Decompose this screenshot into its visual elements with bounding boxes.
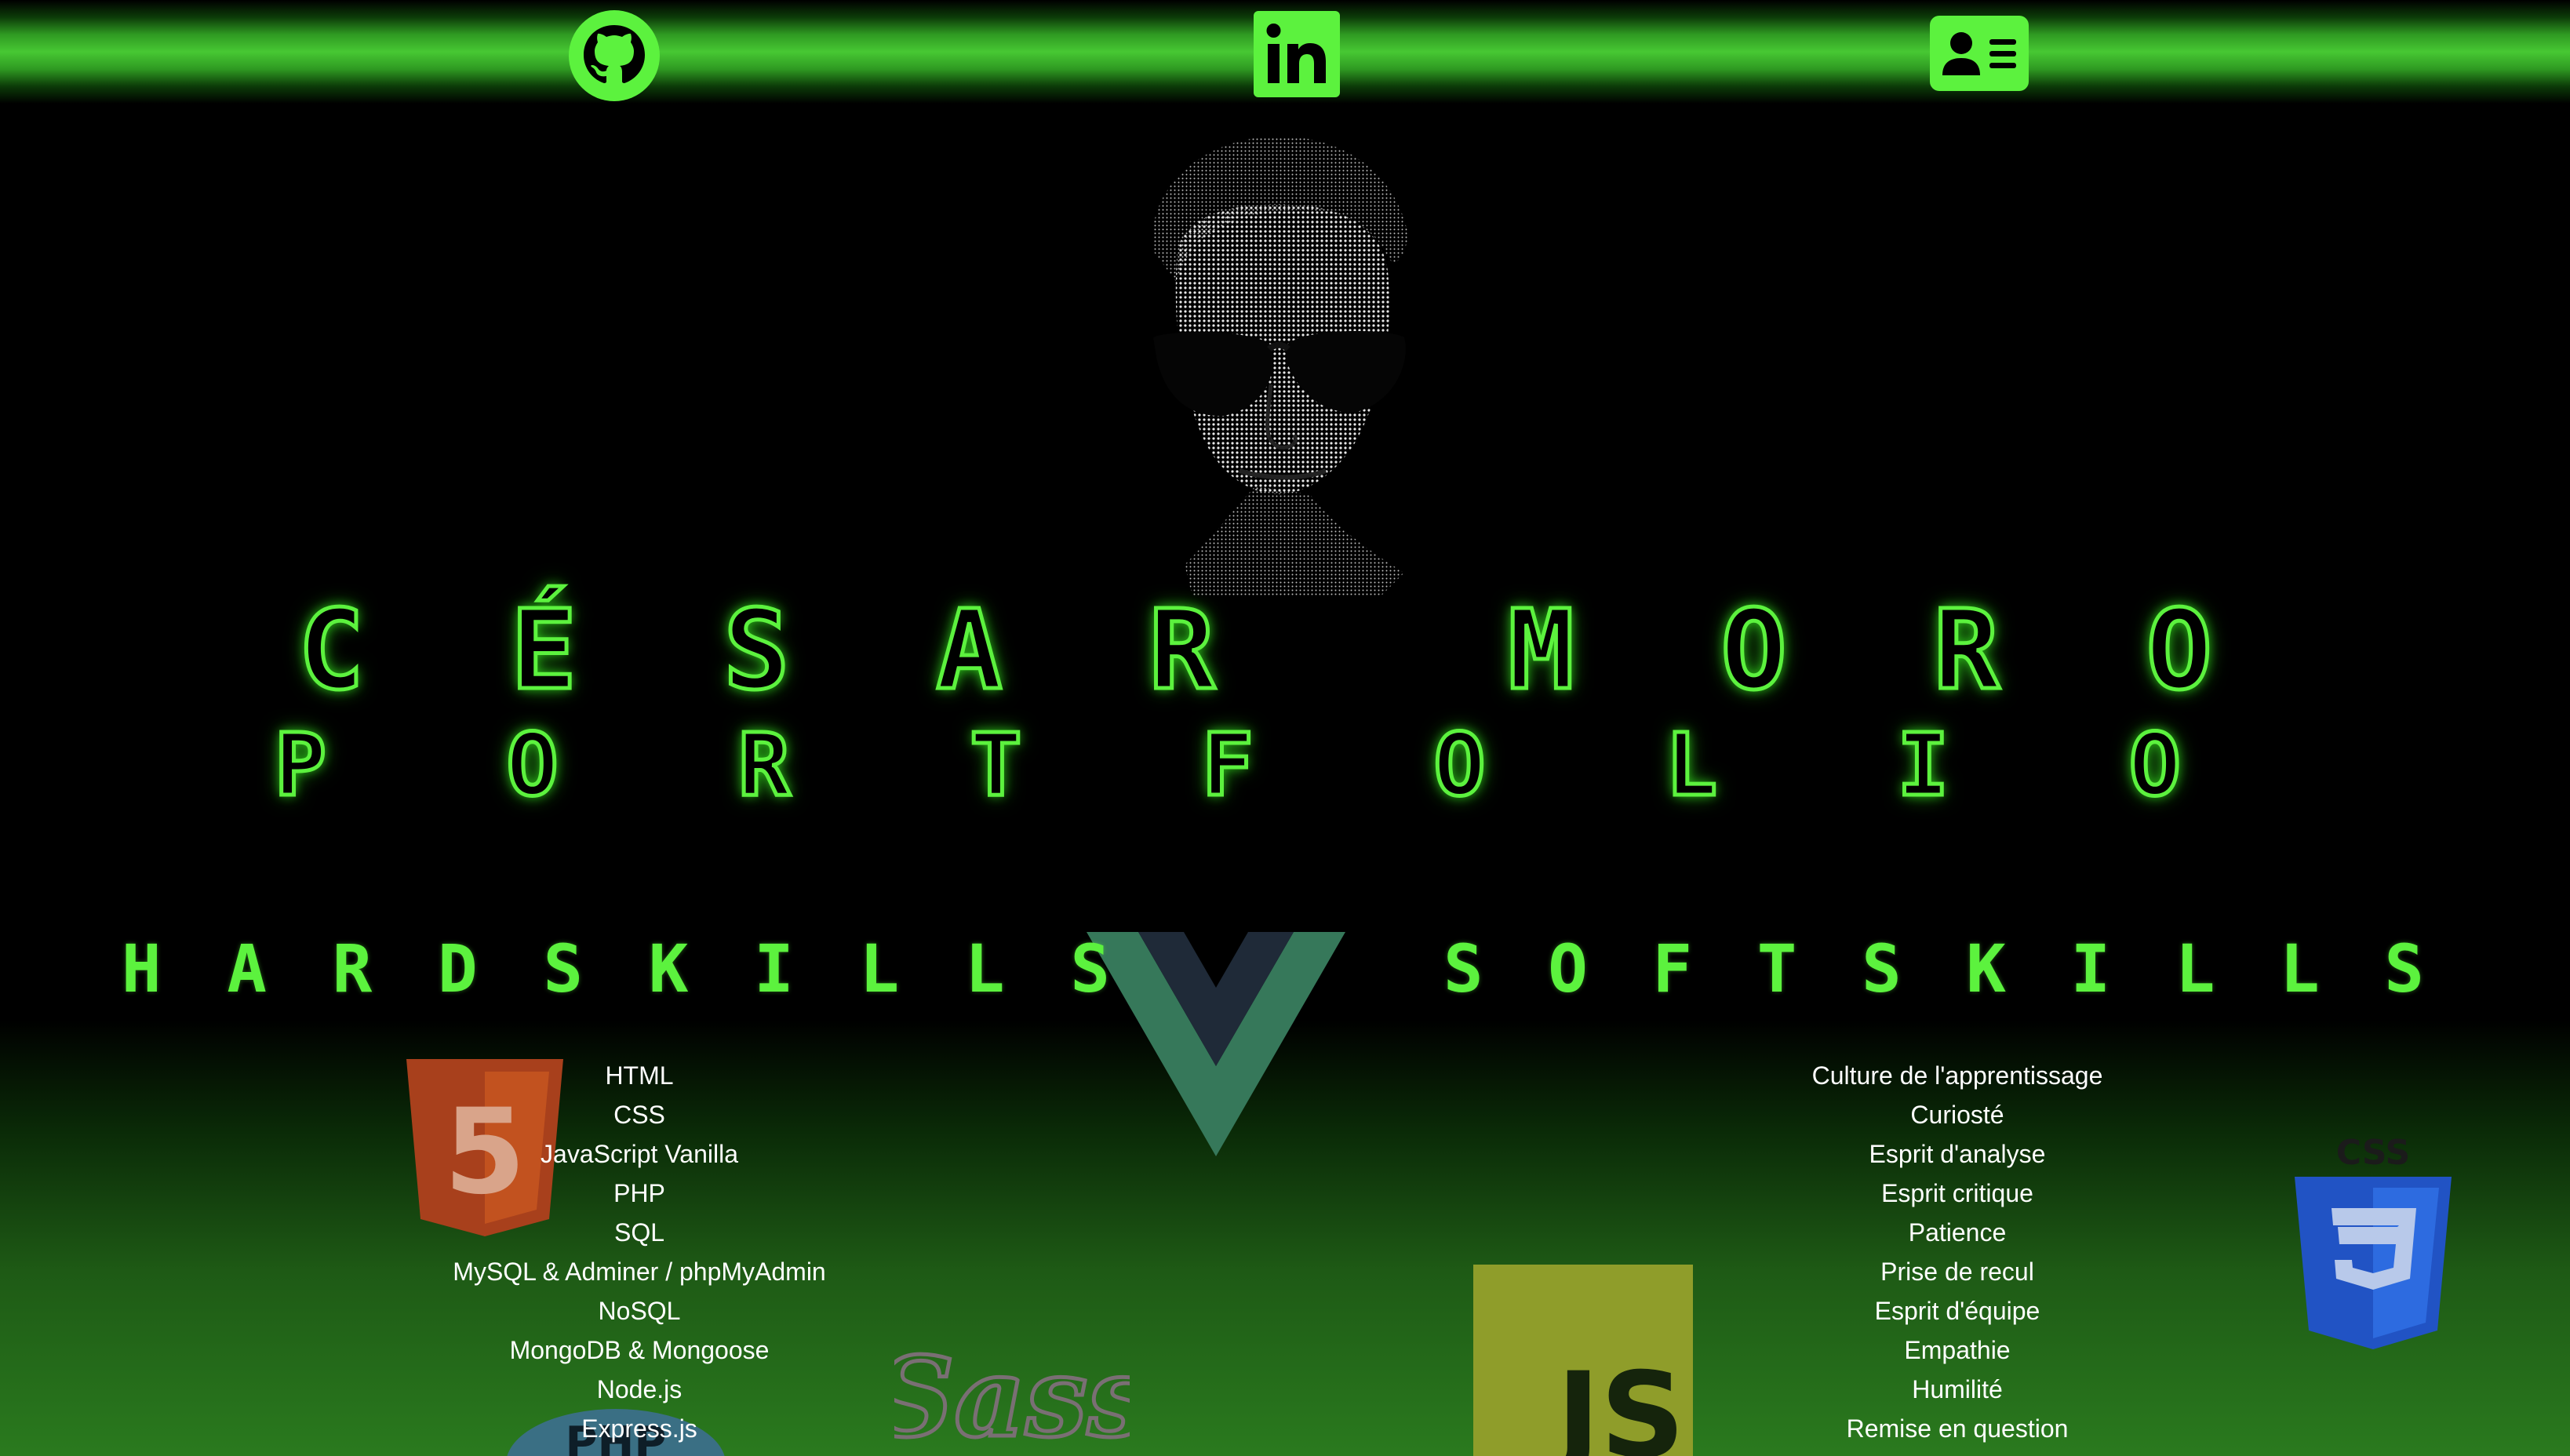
hardskill-item: Node.js — [596, 1375, 683, 1403]
softskill-item: Esprit critique — [1881, 1179, 2033, 1207]
heading-letter: I — [2070, 930, 2111, 1007]
name-letter: É — [509, 587, 579, 715]
softskill-item: Remise en question — [1846, 1414, 2069, 1443]
heading-letter: K — [648, 930, 689, 1007]
heading-letter: K — [1966, 930, 2006, 1007]
softskill-item: Humilité — [1912, 1375, 2003, 1403]
heading-letter: T — [1756, 930, 1797, 1007]
hardskill-item: MongoDB & Mongoose — [509, 1336, 770, 1364]
hardskill-item: JavaScript Vanilla — [541, 1140, 738, 1168]
softskill-item: Esprit d'équipe — [1874, 1297, 2040, 1325]
subtitle-letter: F — [1199, 715, 1255, 815]
heading-letter: O — [1548, 930, 1588, 1007]
subtitle-letter: I — [1895, 715, 1951, 815]
contact-card-icon — [1930, 16, 2029, 91]
softskill-item: Curiosté — [1910, 1101, 2004, 1129]
hardskill-item: PHP — [613, 1179, 665, 1207]
hardskill-item: HTML — [605, 1061, 674, 1090]
hardskill-item: NoSQL — [598, 1297, 681, 1325]
heading-letter: L — [859, 930, 900, 1007]
css3-logo: CSS — [2295, 1133, 2452, 1349]
name-title: C É S A R M O R O — [0, 587, 2214, 715]
softskill-item: Patience — [1908, 1218, 2007, 1247]
subtitle-letter: O — [1432, 715, 1487, 815]
softskill-item: Culture de l'apprentissage — [1811, 1061, 2103, 1090]
github-link[interactable] — [566, 8, 662, 104]
heading-letter: S — [1862, 930, 1902, 1007]
subtitle-letter: R — [736, 715, 792, 815]
heading-letter: L — [2280, 930, 2320, 1007]
subtitle-letter: P — [272, 715, 328, 815]
heading-letter: R — [332, 930, 373, 1007]
contact-link[interactable] — [1930, 16, 2029, 91]
softskill-item: Esprit d'analyse — [1869, 1140, 2046, 1168]
softskills-list: Culture de l'apprentissage Curiosté Espr… — [1647, 1056, 2267, 1448]
top-nav-bar — [0, 0, 2570, 104]
softskill-item: Empathie — [1904, 1336, 2011, 1364]
heading-letter: D — [438, 930, 478, 1007]
heading-letter: L — [965, 930, 1005, 1007]
github-icon — [569, 10, 660, 101]
hardskills-list: HTML CSS JavaScript Vanilla PHP SQL MySQ… — [345, 1056, 934, 1448]
softskill-item: Prise de recul — [1880, 1258, 2034, 1286]
subtitle-letter: O — [2127, 715, 2182, 815]
name-letter: R — [1147, 587, 1217, 715]
heading-letter: S — [1070, 930, 1110, 1007]
css3-logo-label: CSS — [2336, 1133, 2411, 1173]
hardskill-item: CSS — [613, 1101, 665, 1129]
heading-letter: S — [1443, 930, 1483, 1007]
heading-letter: L — [2175, 930, 2215, 1007]
name-letter: C — [296, 587, 366, 715]
heading-letter: I — [754, 930, 794, 1007]
name-letter: M — [1506, 587, 1576, 715]
profile-portrait — [1152, 136, 1408, 596]
softskills-heading: S O F T S K I L L S — [1443, 926, 2424, 1012]
subtitle-letter: O — [504, 715, 560, 815]
portfolio-subtitle: P O R T F O L I O — [0, 715, 2182, 832]
name-letter: R — [1931, 587, 2001, 715]
name-letter: O — [1719, 587, 1789, 715]
subtitle-letter: L — [1663, 715, 1719, 815]
portfolio-page: C É S A R M O R O P O R T F O L I O H A … — [0, 0, 2570, 1456]
hardskills-heading: H A R D S K I L L S — [122, 926, 1110, 1012]
hardskill-item: MySQL & Adminer / phpMyAdmin — [453, 1258, 826, 1286]
heading-letter: A — [227, 930, 267, 1007]
heading-letter: S — [2384, 930, 2424, 1007]
linkedin-link[interactable] — [1254, 11, 1340, 97]
linkedin-icon — [1254, 11, 1340, 97]
hardskill-item: SQL — [613, 1218, 665, 1247]
vue-logo — [1087, 932, 1345, 1156]
name-letter: A — [934, 587, 1004, 715]
name-letter: O — [2144, 587, 2214, 715]
hardskill-item: Express.js — [581, 1414, 697, 1443]
heading-letter: H — [122, 930, 162, 1007]
subtitle-letter: T — [968, 715, 1024, 815]
heading-letter: F — [1652, 930, 1693, 1007]
name-letter: S — [722, 587, 792, 715]
heading-letter: S — [543, 930, 584, 1007]
